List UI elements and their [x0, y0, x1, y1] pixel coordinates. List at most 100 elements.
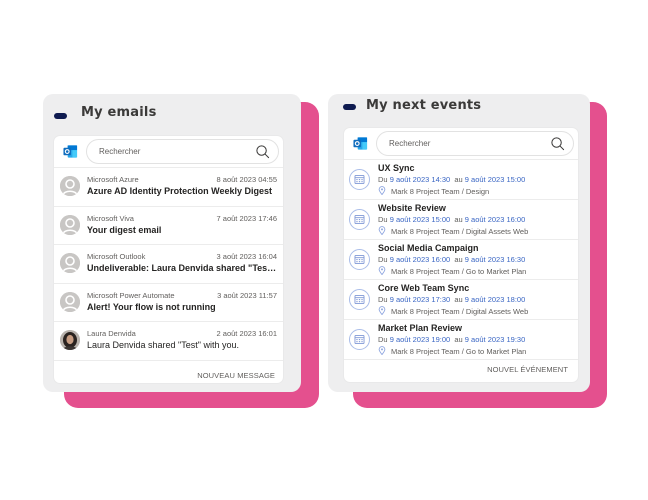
event-list-item[interactable]: Market Plan Review Du 9 août 2023 19:00 a…	[344, 320, 578, 360]
event-calendar-badge	[349, 289, 370, 310]
event-end[interactable]: 9 août 2023 16:30	[465, 255, 525, 264]
location-pin-icon	[378, 266, 386, 275]
event-time-range: Du 9 août 2023 14:30 au 9 août 2023 15:0…	[378, 175, 525, 184]
emails-search-input[interactable]	[99, 140, 239, 163]
event-location: Mark 8 Project Team / Go to Market Plan	[378, 266, 526, 276]
email-list-item[interactable]: Microsoft Outlook 3 août 2023 16:04 Undeli…	[54, 245, 283, 284]
event-from-label: Du	[378, 335, 388, 344]
email-date: 7 août 2023 17:46	[216, 213, 277, 223]
email-list: Microsoft Azure 8 août 2023 04:55 Azure AD…	[54, 168, 283, 361]
email-list-item[interactable]: Microsoft Azure 8 août 2023 04:55 Azure AD…	[54, 168, 283, 207]
email-date: 2 août 2023 16:01	[216, 329, 277, 338]
email-list-item[interactable]: Microsoft Viva 7 août 2023 17:46 Your dige…	[54, 207, 283, 245]
event-calendar-badge	[349, 209, 370, 230]
events-search-row	[344, 128, 578, 160]
dash-icon	[343, 104, 356, 110]
new-event-button[interactable]: NOUVEL ÉVÉNEMENT	[487, 365, 568, 374]
email-sender: Microsoft Azure	[87, 175, 139, 184]
calendar-icon	[354, 174, 365, 185]
emails-search-box[interactable]	[86, 139, 279, 164]
event-end[interactable]: 9 août 2023 19:30	[465, 335, 525, 344]
event-start[interactable]: 9 août 2023 19:00	[390, 335, 450, 344]
avatar	[60, 176, 80, 196]
event-location: Mark 8 Project Team / Go to Market Plan	[378, 346, 526, 356]
event-time-range: Du 9 août 2023 16:00 au 9 août 2023 16:3…	[378, 255, 525, 264]
event-to-label: au	[454, 255, 463, 264]
event-list-item[interactable]: Core Web Team Sync Du 9 août 2023 17:30 a…	[344, 280, 578, 320]
events-panel: My next events UX Sync Du 9 août 2023 14:…	[328, 94, 590, 392]
dash-icon	[54, 113, 67, 119]
location-pin-icon	[378, 306, 386, 315]
event-location-text: Mark 8 Project Team / Digital Assets Web	[391, 227, 529, 236]
event-end[interactable]: 9 août 2023 18:00	[465, 295, 525, 304]
event-location-text: Mark 8 Project Team / Go to Market Plan	[391, 347, 527, 356]
event-title: UX Sync	[378, 163, 415, 173]
calendar-icon	[354, 254, 365, 265]
event-location-text: Mark 8 Project Team / Design	[391, 187, 490, 196]
email-subject: Alert! Your flow is not running	[87, 301, 216, 312]
email-date: 3 août 2023 11:57	[217, 290, 277, 300]
event-calendar-badge	[349, 329, 370, 350]
event-list-item[interactable]: UX Sync Du 9 août 2023 14:30 au 9 août 20…	[344, 160, 578, 200]
default-avatar-icon	[60, 291, 80, 312]
event-end[interactable]: 9 août 2023 16:00	[465, 215, 525, 224]
event-time-range: Du 9 août 2023 19:00 au 9 août 2023 19:3…	[378, 335, 525, 344]
calendar-icon	[354, 214, 365, 225]
email-sender: Laura Denvida	[87, 329, 136, 338]
email-date: 8 août 2023 04:55	[216, 175, 277, 184]
avatar	[60, 291, 80, 312]
email-subject: Your digest email	[87, 224, 162, 235]
calendar-icon	[354, 294, 365, 305]
email-sender: Microsoft Viva	[87, 213, 134, 223]
event-start[interactable]: 9 août 2023 14:30	[390, 175, 450, 184]
event-list-item[interactable]: Social Media Campaign Du 9 août 2023 16:0…	[344, 240, 578, 280]
emails-search-row	[54, 136, 283, 168]
events-search-input[interactable]	[389, 132, 529, 155]
email-subject: Laura Denvida shared "Test" with you.	[87, 340, 239, 350]
event-start[interactable]: 9 août 2023 15:00	[390, 215, 450, 224]
location-pin-icon	[378, 186, 386, 195]
email-subject: Undeliverable: Laura Denvida shared "Tes…	[87, 263, 277, 273]
event-time-range: Du 9 août 2023 17:30 au 9 août 2023 18:0…	[378, 295, 525, 304]
event-end[interactable]: 9 août 2023 15:00	[465, 175, 525, 184]
event-location: Mark 8 Project Team / Digital Assets Web	[378, 226, 528, 236]
emails-panel: My emails Microsoft Azure 8 août 2023 04:…	[43, 94, 301, 392]
event-to-label: au	[454, 335, 463, 344]
event-list-item[interactable]: Website Review Du 9 août 2023 15:00 au 9 …	[344, 200, 578, 240]
event-list: UX Sync Du 9 août 2023 14:30 au 9 août 20…	[344, 160, 578, 360]
event-title: Market Plan Review	[378, 323, 463, 333]
event-to-label: au	[454, 295, 463, 304]
email-sender: Microsoft Outlook	[87, 252, 146, 261]
email-list-item[interactable]: Laura Denvida 2 août 2023 16:01 Laura Denv…	[54, 322, 283, 361]
event-title: Website Review	[378, 203, 446, 213]
avatar	[60, 330, 80, 350]
new-message-button[interactable]: NOUVEAU MESSAGE	[197, 371, 275, 380]
event-location: Mark 8 Project Team / Digital Assets Web	[378, 306, 528, 316]
email-list-item[interactable]: Microsoft Power Automate 3 août 2023 11:5…	[54, 284, 283, 322]
email-subject: Azure AD Identity Protection Weekly Dige…	[87, 186, 273, 196]
avatar	[60, 253, 80, 273]
email-date: 3 août 2023 16:04	[216, 252, 277, 261]
events-panel-title: My next events	[366, 98, 482, 113]
location-pin-icon	[378, 346, 386, 355]
location-pin-icon	[378, 226, 386, 235]
event-from-label: Du	[378, 295, 388, 304]
events-search-box[interactable]	[376, 131, 574, 156]
photo-avatar-icon	[60, 330, 80, 350]
event-to-label: au	[454, 215, 463, 224]
event-title: Social Media Campaign	[378, 243, 479, 253]
event-start[interactable]: 9 août 2023 17:30	[390, 295, 450, 304]
search-icon[interactable]	[255, 144, 270, 159]
default-avatar-icon	[60, 214, 80, 235]
avatar	[60, 214, 80, 235]
event-start[interactable]: 9 août 2023 16:00	[390, 255, 450, 264]
event-time-range: Du 9 août 2023 15:00 au 9 août 2023 16:0…	[378, 215, 525, 224]
event-location-text: Mark 8 Project Team / Go to Market Plan	[391, 267, 527, 276]
event-calendar-badge	[349, 169, 370, 190]
event-location: Mark 8 Project Team / Design	[378, 186, 489, 196]
emails-card: Microsoft Azure 8 août 2023 04:55 Azure AD…	[54, 136, 283, 383]
emails-panel-header: My emails	[43, 94, 301, 134]
calendar-icon	[354, 334, 365, 345]
search-icon[interactable]	[550, 136, 565, 151]
emails-panel-title: My emails	[81, 105, 157, 120]
